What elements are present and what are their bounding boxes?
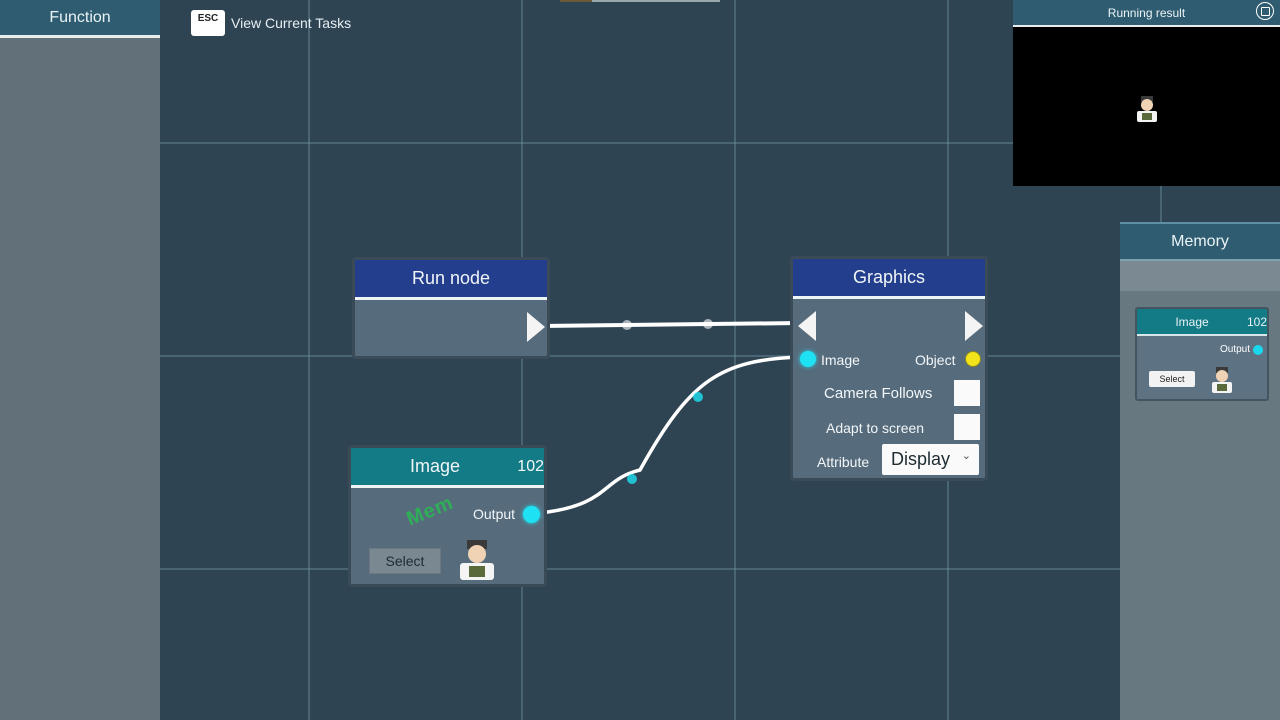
graphics-node[interactable]: Graphics Image Object Camera Follows Ada… (790, 256, 988, 481)
function-panel: Function (0, 0, 160, 720)
memory-panel-strip (1120, 261, 1280, 291)
graphics-node-header[interactable]: Graphics (793, 259, 985, 299)
function-panel-title: Function (0, 0, 160, 38)
character-thumbnail-icon (1212, 367, 1232, 393)
memory-card-header: Image 102 (1137, 309, 1267, 336)
memory-card-output: Output (1220, 344, 1263, 355)
image-node[interactable]: Image 102 Mem Output Select (348, 445, 547, 587)
run-node-header[interactable]: Run node (355, 260, 547, 300)
image-node-header[interactable]: Image 102 (351, 448, 544, 488)
memory-card-select-button[interactable]: Select (1149, 371, 1195, 387)
memory-card-number: 102 (1246, 314, 1267, 329)
esc-key-icon[interactable]: ESC (191, 10, 225, 36)
camera-follows-checkbox[interactable] (954, 380, 980, 406)
graphics-node-title: Graphics (852, 267, 926, 287)
graphics-image-input-port-icon[interactable] (800, 351, 816, 367)
memory-image-card[interactable]: Image 102 Output Select (1135, 307, 1269, 401)
memory-card-title: Image (1175, 314, 1209, 329)
attribute-label: Attribute (817, 454, 870, 470)
running-result-panel: Running result (1013, 0, 1280, 186)
character-sprite-icon (460, 540, 494, 580)
run-node[interactable]: Run node (352, 257, 550, 359)
image-output-port-icon[interactable] (523, 506, 540, 523)
character-sprite-icon (1137, 96, 1157, 122)
running-result-title: Running result (1107, 5, 1186, 20)
memory-card-output-label: Output (1219, 344, 1250, 355)
image-select-button[interactable]: Select (369, 548, 441, 574)
memory-card-output-port-icon (1253, 344, 1263, 355)
memory-panel: Memory Image 102 Output Select (1120, 222, 1280, 720)
stop-icon[interactable] (1256, 2, 1274, 20)
chevron-down-icon: ⌄ (961, 450, 971, 462)
image-output-label: Output (473, 506, 516, 522)
run-node-title: Run node (411, 268, 491, 288)
memory-panel-title: Memory (1120, 222, 1280, 261)
adapt-to-screen-checkbox[interactable] (954, 414, 980, 440)
graphics-object-label: Object (915, 352, 956, 368)
graphics-object-output-port-icon[interactable] (965, 351, 981, 367)
graphics-image-label: Image (821, 352, 860, 368)
adapt-to-screen-label: Adapt to screen (826, 420, 925, 436)
image-node-number: 102 (517, 458, 544, 475)
view-current-tasks-label[interactable]: View Current Tasks (231, 15, 351, 31)
graphics-exec-out-icon[interactable] (965, 311, 983, 341)
run-node-exec-out-icon[interactable] (527, 312, 545, 342)
top-tab-indicator-accent (560, 0, 592, 2)
attribute-dropdown[interactable]: Display ⌄ (882, 444, 979, 475)
graphics-exec-in-icon[interactable] (798, 311, 816, 341)
camera-follows-label: Camera Follows (824, 385, 933, 402)
running-result-header: Running result (1013, 0, 1280, 27)
memory-watermark-icon: Mem (403, 491, 457, 531)
attribute-dropdown-value: Display (891, 449, 951, 469)
image-node-title: Image (409, 456, 461, 476)
